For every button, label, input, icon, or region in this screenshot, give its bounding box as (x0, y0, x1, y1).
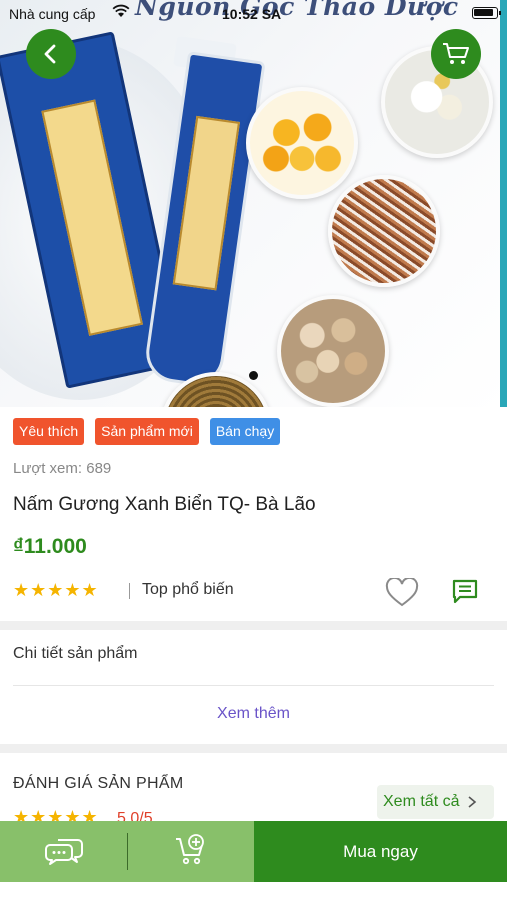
herb-bowl-image (277, 295, 389, 407)
rating-row: ★★★★★ Top phổ biến (13, 576, 493, 607)
bottom-action-bar: Mua ngay (0, 821, 507, 882)
see-more-link[interactable]: Xem thêm (0, 705, 507, 723)
tag-new-product: Sản phẩm mới (95, 418, 199, 445)
herb-bowl-image (246, 87, 358, 199)
carrier-label: Nhà cung cấp (9, 6, 96, 22)
product-price: ₫11.000 (13, 535, 87, 558)
back-button[interactable] (26, 29, 76, 79)
product-details-title: Chi tiết sản phẩm (13, 645, 138, 662)
chat-bubbles-icon[interactable] (44, 836, 84, 871)
battery-icon (472, 7, 501, 19)
product-name: Nấm Gương Xanh Biển TQ- Bà Lão (13, 494, 316, 515)
herb-bowl-image (328, 175, 440, 287)
reviews-title: ĐÁNH GIÁ SẢN PHẨM (13, 775, 184, 792)
product-tags: Yêu thích Sản phẩm mới Bán chạy (13, 418, 281, 445)
carousel-indicator-dot[interactable] (249, 371, 258, 380)
see-all-label: Xem tất cả (383, 793, 460, 810)
clock: 10:52 SA (222, 6, 282, 22)
tag-favorite: Yêu thích (13, 418, 85, 445)
cart-button[interactable] (431, 29, 481, 79)
view-count: Lượt xem: 689 (13, 460, 112, 477)
heart-icon[interactable] (385, 576, 419, 613)
product-image-carousel[interactable]: Nguồn Gốc Thảo Dược (0, 0, 507, 407)
rating-stars: ★★★★★ (13, 580, 99, 600)
section-divider (0, 621, 507, 630)
chevron-left-icon (44, 44, 56, 64)
wifi-icon (112, 4, 130, 23)
buy-now-button[interactable]: Mua ngay (254, 821, 507, 882)
comment-icon[interactable] (451, 578, 479, 611)
add-to-cart-icon[interactable] (174, 833, 208, 872)
chevron-right-icon (468, 796, 477, 808)
cart-icon (443, 43, 469, 64)
section-divider (0, 744, 507, 753)
tag-best-seller: Bán chạy (209, 418, 281, 445)
popularity-label: Top phổ biến (142, 581, 234, 598)
status-bar: Nhà cung cấp 10:52 SA (0, 0, 507, 26)
see-all-reviews-button[interactable]: Xem tất cả (377, 785, 494, 819)
